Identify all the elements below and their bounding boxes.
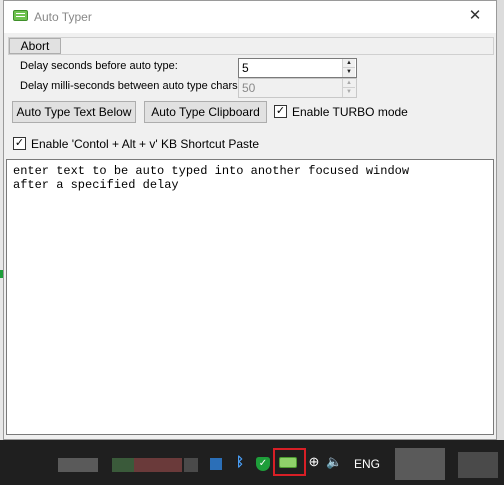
keyboard-icon — [13, 10, 28, 21]
tray-app-icon[interactable] — [210, 458, 222, 470]
delay-ms-stepper[interactable]: 50 ▲ ▼ — [238, 78, 357, 98]
shortcut-paste-checkbox[interactable]: ✓ — [13, 137, 26, 150]
spin-up-icon[interactable]: ▲ — [342, 79, 355, 88]
delay-ms-label: Delay milli-seconds between auto type ch… — [20, 80, 241, 92]
auto-type-text-below-button[interactable]: Auto Type Text Below — [12, 101, 136, 123]
blurred-taskbar-item — [58, 458, 98, 472]
taskbar: ᛒ ✓ ⊕ 🔈 ENG — [0, 440, 504, 485]
blurred-taskbar-item — [134, 458, 182, 472]
abort-strip — [8, 37, 494, 55]
background-window-edge-right — [496, 0, 504, 440]
auto-typer-window: Auto Typer ✕ Abort Delay seconds before … — [3, 0, 497, 440]
spin-down-icon[interactable]: ▼ — [342, 68, 355, 77]
keyboard-tray-icon[interactable] — [279, 457, 297, 468]
blurred-notification-area — [458, 452, 498, 478]
volume-icon[interactable]: 🔈 — [326, 454, 342, 470]
delay-ms-value[interactable]: 50 — [242, 81, 255, 95]
window-title: Auto Typer — [34, 10, 92, 24]
text-to-type-area[interactable]: enter text to be auto typed into another… — [6, 159, 494, 435]
turbo-mode-checkbox[interactable]: ✓ — [274, 105, 287, 118]
spin-down-icon[interactable]: ▼ — [342, 88, 355, 97]
network-warning-icon[interactable]: ⊕ — [306, 454, 322, 470]
delay-seconds-label: Delay seconds before auto type: — [20, 60, 178, 72]
abort-button[interactable]: Abort — [9, 38, 61, 54]
window-content: Abort Delay seconds before auto type: 5 … — [4, 33, 496, 439]
auto-type-clipboard-button[interactable]: Auto Type Clipboard — [144, 101, 267, 123]
language-indicator[interactable]: ENG — [354, 457, 380, 471]
spin-up-icon[interactable]: ▲ — [342, 59, 355, 68]
turbo-mode-label[interactable]: Enable TURBO mode — [292, 105, 408, 119]
shortcut-paste-label[interactable]: Enable 'Contol + Alt + v' KB Shortcut Pa… — [31, 137, 259, 151]
delay-seconds-value[interactable]: 5 — [242, 61, 249, 75]
bluetooth-icon[interactable]: ᛒ — [232, 454, 248, 470]
security-shield-icon[interactable]: ✓ — [256, 457, 270, 471]
blurred-taskbar-item — [112, 458, 134, 472]
blurred-taskbar-item — [184, 458, 198, 472]
blurred-clock — [395, 448, 445, 480]
delay-seconds-stepper[interactable]: 5 ▲ ▼ — [238, 58, 357, 78]
title-bar[interactable]: Auto Typer ✕ — [4, 1, 496, 33]
close-button[interactable]: ✕ — [462, 5, 488, 27]
